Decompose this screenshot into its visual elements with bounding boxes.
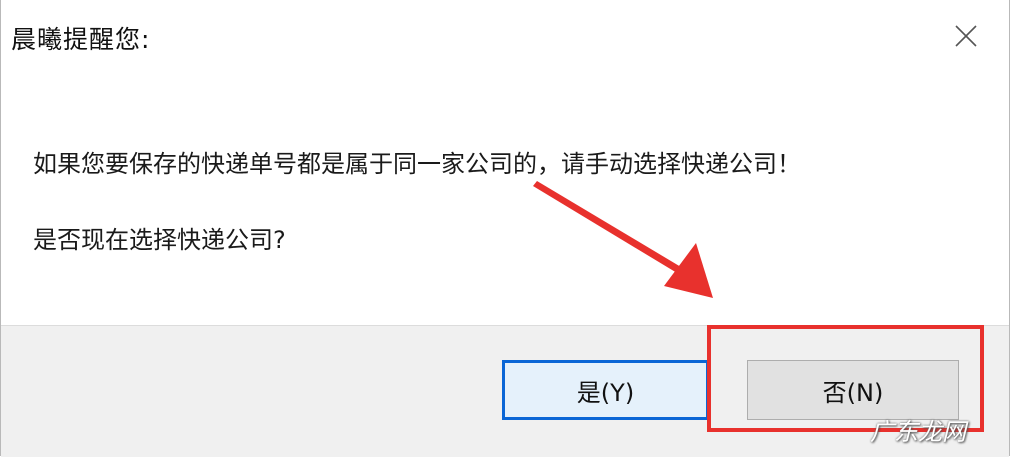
watermark-text: 广东龙网 <box>870 418 966 446</box>
